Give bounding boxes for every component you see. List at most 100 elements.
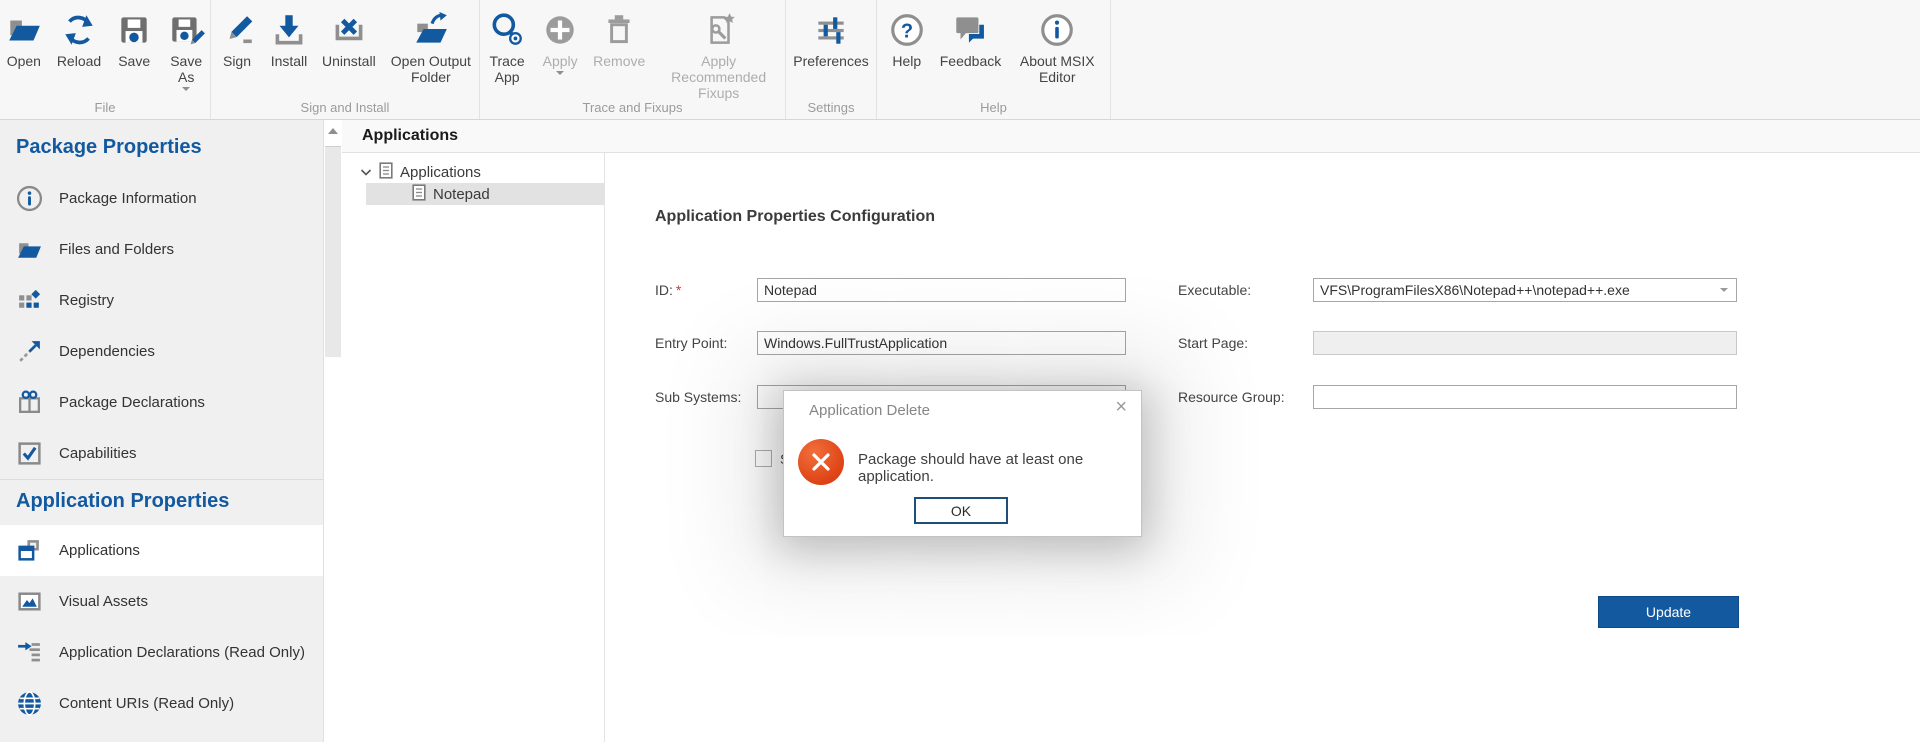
save-as-button[interactable]: Save As xyxy=(160,5,212,91)
image-icon xyxy=(16,588,43,615)
ribbon-group-label-sign-and-install: Sign and Install xyxy=(211,100,479,115)
sign-pencil-icon xyxy=(218,7,256,53)
page-title-bar: Applications xyxy=(342,120,1920,153)
tree-node-notepad-selected[interactable]: Notepad xyxy=(366,183,604,205)
registry-icon xyxy=(16,287,43,314)
sidebar-item-label: Package Declarations xyxy=(59,394,205,411)
scroll-up-arrow-icon[interactable] xyxy=(328,128,338,134)
sidebar-item-package-declarations[interactable]: Package Declarations xyxy=(0,377,323,428)
sidebar-section-package-properties: Package Properties xyxy=(0,120,323,173)
ribbon-group-label-trace-and-fixups: Trace and Fixups xyxy=(480,100,785,115)
entry-point-label: Entry Point: xyxy=(655,331,727,355)
sidebar-item-content-uris[interactable]: Content URIs (Read Only) xyxy=(0,678,323,729)
dependencies-arrow-icon xyxy=(16,338,43,365)
install-button[interactable]: Install xyxy=(263,5,315,69)
about-msix-editor-button[interactable]: About MSIX Editor xyxy=(1008,5,1106,85)
ribbon-group-help: ? Help Feedback About MSIX Editor Help xyxy=(877,0,1111,119)
about-info-icon xyxy=(1038,7,1076,53)
apply-recommended-fixups-button[interactable]: Apply Recommended Fixups xyxy=(652,5,785,101)
sidebar-item-applications[interactable]: Applications xyxy=(0,525,323,576)
chevron-down-icon xyxy=(556,71,564,75)
ok-button[interactable]: OK xyxy=(914,497,1008,524)
svg-text:?: ? xyxy=(901,20,913,42)
sidebar-item-label: Files and Folders xyxy=(59,241,174,258)
application-delete-dialog: Application Delete × Package should have… xyxy=(783,390,1142,537)
sidebar-item-dependencies[interactable]: Dependencies xyxy=(0,326,323,377)
dialog-title: Application Delete xyxy=(809,402,930,419)
reload-icon xyxy=(60,7,98,53)
executable-label: Executable: xyxy=(1178,278,1251,302)
help-icon: ? xyxy=(888,7,926,53)
uninstall-button[interactable]: Uninstall xyxy=(315,5,383,69)
info-icon xyxy=(16,185,43,212)
sidebar-item-label: Capabilities xyxy=(59,445,137,462)
fixups-icon xyxy=(700,7,738,53)
chevron-down-icon[interactable] xyxy=(360,164,372,181)
sidebar-item-application-declarations[interactable]: Application Declarations (Read Only) xyxy=(0,627,323,678)
ribbon-group-trace-and-fixups: Trace App Apply Remove Apply Recommend xyxy=(480,0,786,119)
close-icon[interactable]: × xyxy=(1115,397,1127,417)
checkbox[interactable] xyxy=(755,450,772,467)
sidebar-item-label: Dependencies xyxy=(59,343,155,360)
sidebar-item-package-information[interactable]: Package Information xyxy=(0,173,323,224)
sidebar-item-label: Application Declarations (Read Only) xyxy=(59,644,305,661)
tree-node-label: Applications xyxy=(400,164,481,181)
sidebar-item-capabilities[interactable]: Capabilities xyxy=(0,428,323,479)
sidebar-scrollbar[interactable] xyxy=(323,120,343,742)
entry-point-input[interactable] xyxy=(757,331,1126,355)
sidebar-item-label: Package Information xyxy=(59,190,197,207)
reload-button[interactable]: Reload xyxy=(50,5,108,69)
sidebar-item-files-and-folders[interactable]: Files and Folders xyxy=(0,224,323,275)
help-button[interactable]: ? Help xyxy=(881,5,933,69)
dialog-message: Package should have at least one applica… xyxy=(858,451,1141,485)
sidebar-item-registry[interactable]: Registry xyxy=(0,275,323,326)
save-button[interactable]: Save xyxy=(108,5,160,69)
document-icon xyxy=(412,184,426,205)
sidebar-navigation: Package Properties Package Information F… xyxy=(0,120,323,742)
sidebar-item-label: Applications xyxy=(59,542,140,559)
ribbon-group-sign-and-install: Sign Install Uninstall Open Output Folde… xyxy=(211,0,480,119)
apply-button[interactable]: Apply xyxy=(534,5,586,75)
form-heading: Application Properties Configuration xyxy=(655,208,935,226)
msix-editor-window: Open Reload Save Save As xyxy=(0,0,1920,742)
required-asterisk: * xyxy=(676,282,681,298)
ribbon-group-label-settings: Settings xyxy=(786,100,876,115)
sub-systems-label: Sub Systems: xyxy=(655,385,741,409)
scrollbar-thumb[interactable] xyxy=(325,146,341,357)
resource-group-input[interactable] xyxy=(1313,385,1737,409)
open-output-folder-button[interactable]: Open Output Folder xyxy=(383,5,479,85)
executable-combobox[interactable]: VFS\ProgramFilesX86\Notepad++\notepad++.… xyxy=(1313,278,1737,302)
feedback-bubble-icon xyxy=(951,7,989,53)
chevron-down-icon xyxy=(182,87,190,91)
id-label: ID:* xyxy=(655,278,681,302)
trace-app-button[interactable]: Trace App xyxy=(480,5,534,85)
open-button[interactable]: Open xyxy=(0,5,50,69)
preferences-button[interactable]: Preferences xyxy=(786,5,875,69)
sidebar-item-label: Content URIs (Read Only) xyxy=(59,695,234,712)
feedback-button[interactable]: Feedback xyxy=(933,5,1008,69)
install-icon xyxy=(270,7,308,53)
update-button[interactable]: Update xyxy=(1598,596,1739,628)
sidebar-item-visual-assets[interactable]: Visual Assets xyxy=(0,576,323,627)
tree-node-applications[interactable]: Applications xyxy=(342,153,604,183)
id-input[interactable] xyxy=(757,278,1126,302)
remove-button[interactable]: Remove xyxy=(586,5,652,69)
dropdown-caret-icon[interactable] xyxy=(1720,288,1728,292)
preferences-sliders-icon xyxy=(812,7,850,53)
ribbon-group-label-file: File xyxy=(0,100,210,115)
checkbox-check-icon xyxy=(16,440,43,467)
ribbon-group-settings: Preferences Settings xyxy=(786,0,877,119)
executable-value: VFS\ProgramFilesX86\Notepad++\notepad++.… xyxy=(1320,282,1630,298)
folder-icon xyxy=(16,236,43,263)
sidebar-section-application-properties: Application Properties xyxy=(0,480,323,525)
page-title: Applications xyxy=(362,127,458,145)
apply-plus-icon xyxy=(541,7,579,53)
open-folder-icon xyxy=(5,7,43,53)
gift-icon xyxy=(16,389,43,416)
applications-tree: Applications Notepad xyxy=(342,153,605,742)
start-page-label: Start Page: xyxy=(1178,331,1248,355)
sign-button[interactable]: Sign xyxy=(211,5,263,69)
error-icon xyxy=(798,439,844,485)
ribbon-empty-area xyxy=(1111,0,1920,119)
save-as-icon xyxy=(167,7,205,53)
